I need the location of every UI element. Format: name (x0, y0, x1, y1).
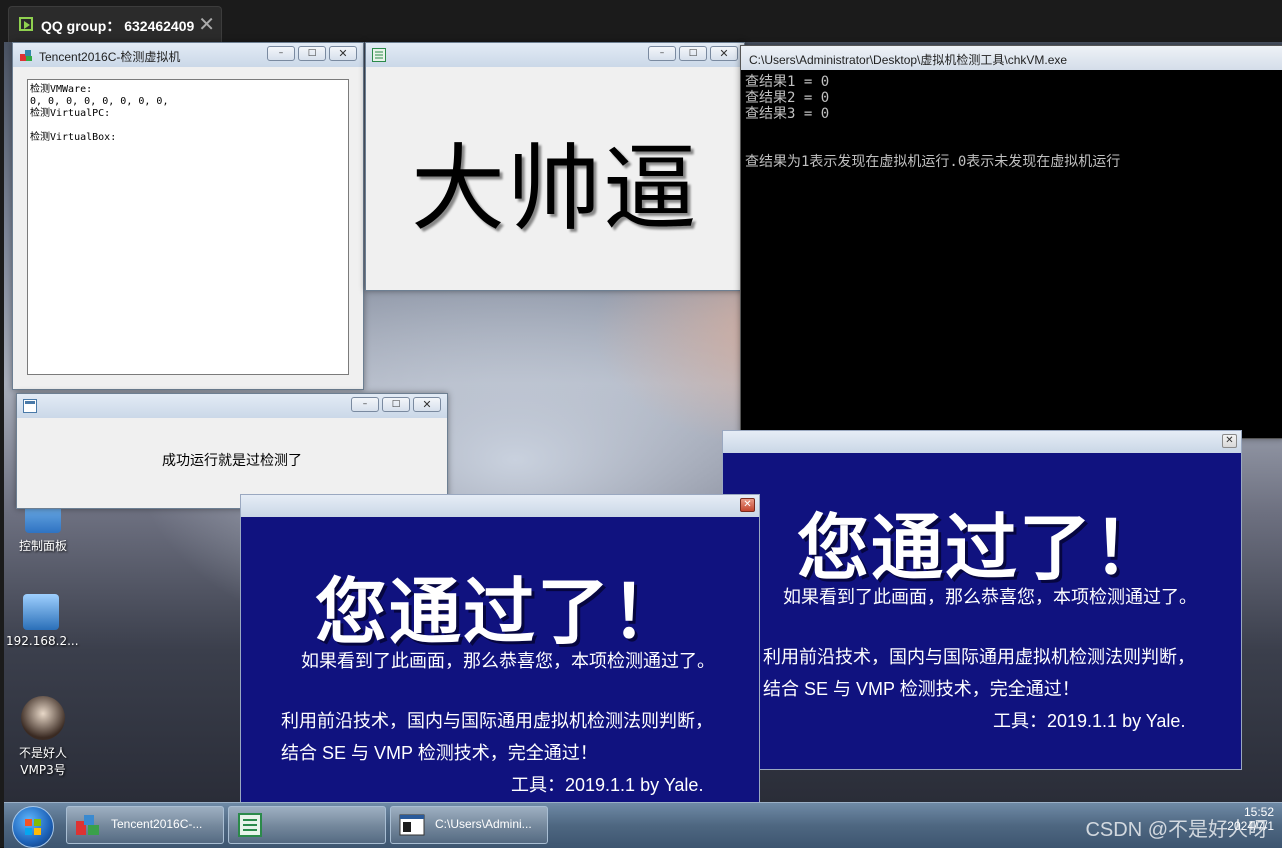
pass-line-2: 利用前沿技术，国内与国际通用虚拟机检测法则判断， (763, 647, 1195, 667)
success-message: 成功运行就是过检测了 (162, 452, 302, 468)
pass-titlebar[interactable]: ✕ (241, 495, 759, 517)
taskbar-item-label: Tencent2016C-... (111, 817, 203, 831)
detector-output[interactable]: 检测VMWare: 0, 0, 0, 0, 0, 0, 0, 0, 检测Virt… (27, 79, 349, 375)
detector-title: Tencent2016C-检测虚拟机 (39, 50, 181, 64)
console-icon (399, 814, 425, 836)
start-button[interactable] (12, 806, 54, 848)
close-icon: ✕ (1225, 435, 1234, 446)
minimize-icon: – (278, 48, 284, 58)
success-titlebar[interactable]: – □ ✕ (17, 394, 447, 418)
close-icon: ✕ (743, 499, 752, 510)
console-title: C:\Users\Administrator\Desktop\虚拟机检测工具\c… (749, 53, 1068, 67)
vm-tab-title: QQ group： 632462409 (41, 18, 195, 34)
close-button[interactable]: ✕ (740, 498, 755, 512)
pass-line-3: 结合 SE 与 VMP 检测技术，完全通过！ (763, 679, 1080, 699)
vm-tab-close-icon[interactable]: ✕ (198, 12, 215, 36)
close-button[interactable]: ✕ (710, 46, 738, 61)
app-icon (238, 813, 262, 837)
pass-headline: 您通过了！ (314, 570, 685, 654)
pass-titlebar[interactable]: ✕ (723, 431, 1241, 453)
taskbar-item-big-text[interactable] (228, 806, 386, 844)
maximize-button[interactable]: □ (382, 397, 410, 412)
desktop-icon-label: 控制面板 (18, 539, 67, 553)
close-button[interactable]: ✕ (1222, 434, 1237, 448)
taskbar-item-console[interactable]: C:\Users\Admini... (390, 806, 548, 844)
pass-line-4: 工具：2019.1.1 by Yale. (511, 775, 704, 795)
minimize-button[interactable]: – (648, 46, 676, 61)
minimize-icon: – (659, 48, 665, 58)
vm-tab[interactable]: QQ group： 632462409 ✕ (8, 6, 222, 43)
close-icon: ✕ (422, 398, 432, 411)
pass-line-3: 结合 SE 与 VMP 检测技术，完全通过！ (281, 743, 598, 763)
desktop-icon-network[interactable]: 192.168.2... (6, 594, 79, 648)
pass-window-right: ✕ 您通过了！ 如果看到了此画面，那么恭喜您，本项检测通过了。 利用前沿技术，国… (722, 430, 1242, 770)
console-window: C:\Users\Administrator\Desktop\虚拟机检测工具\c… (740, 45, 1282, 439)
big-text-titlebar[interactable]: – □ ✕ (366, 43, 744, 67)
close-icon: ✕ (338, 47, 348, 60)
close-button[interactable]: ✕ (413, 397, 441, 412)
app-icon (20, 50, 32, 61)
pass-line-4: 工具：2019.1.1 by Yale. (993, 711, 1186, 731)
pass-headline: 您通过了！ (796, 506, 1167, 590)
taskbar: Tencent2016C-... C:\Users\Admini... 15:5… (4, 802, 1282, 848)
detector-window: Tencent2016C-检测虚拟机 – □ ✕ 检测VMWare: 0, 0,… (12, 42, 364, 390)
minimize-button[interactable]: – (267, 46, 295, 61)
vm-frame: QQ group： 632462409 ✕ 控制面板 192.168.2... … (0, 0, 1282, 848)
detector-titlebar[interactable]: Tencent2016C-检测虚拟机 – □ ✕ (13, 43, 363, 67)
pass-line-1: 如果看到了此画面，那么恭喜您，本项检测通过了。 (301, 651, 715, 671)
big-text-window: – □ ✕ 大帅逼 (365, 42, 745, 291)
desktop-icon-label: 192.168.2... (6, 634, 79, 648)
avatar-icon (21, 696, 65, 740)
maximize-icon: □ (688, 48, 698, 58)
big-text: 大帅逼 (410, 135, 699, 244)
vm-play-icon (19, 17, 33, 31)
app-icon (372, 48, 386, 62)
window-icon (23, 399, 37, 413)
close-button[interactable]: ✕ (329, 46, 357, 61)
csdn-watermark: CSDN @不是好人呀 (1085, 819, 1268, 841)
maximize-button[interactable]: □ (679, 46, 707, 61)
pass-line-1: 如果看到了此画面，那么恭喜您，本项检测通过了。 (783, 587, 1197, 607)
desktop-icon-label: 不是好人 VMP3号 (18, 746, 67, 777)
pass-line-2: 利用前沿技术，国内与国际通用虚拟机检测法则判断， (281, 711, 713, 731)
computer-icon (23, 594, 59, 630)
taskbar-item-detector[interactable]: Tencent2016C-... (66, 806, 224, 844)
console-output[interactable]: 查结果1 = 0 查结果2 = 0 查结果3 = 0 查结果为1表示发现在虚拟机… (745, 74, 1282, 438)
success-window: – □ ✕ 成功运行就是过检测了 (16, 393, 448, 509)
minimize-button[interactable]: – (351, 397, 379, 412)
maximize-icon: □ (307, 48, 317, 58)
maximize-button[interactable]: □ (298, 46, 326, 61)
pass-window-left: ✕ 您通过了！ 如果看到了此画面，那么恭喜您，本项检测通过了。 利用前沿技术，国… (240, 494, 760, 806)
minimize-icon: – (362, 399, 368, 409)
close-icon: ✕ (719, 47, 729, 60)
console-titlebar[interactable]: C:\Users\Administrator\Desktop\虚拟机检测工具\c… (741, 46, 1282, 70)
windows-logo-icon (25, 819, 41, 835)
desktop-icon-vmp3[interactable]: 不是好人 VMP3号 (8, 696, 78, 778)
maximize-icon: □ (391, 399, 401, 409)
taskbar-item-label: C:\Users\Admini... (435, 817, 532, 831)
mfc-app-icon (76, 815, 99, 835)
